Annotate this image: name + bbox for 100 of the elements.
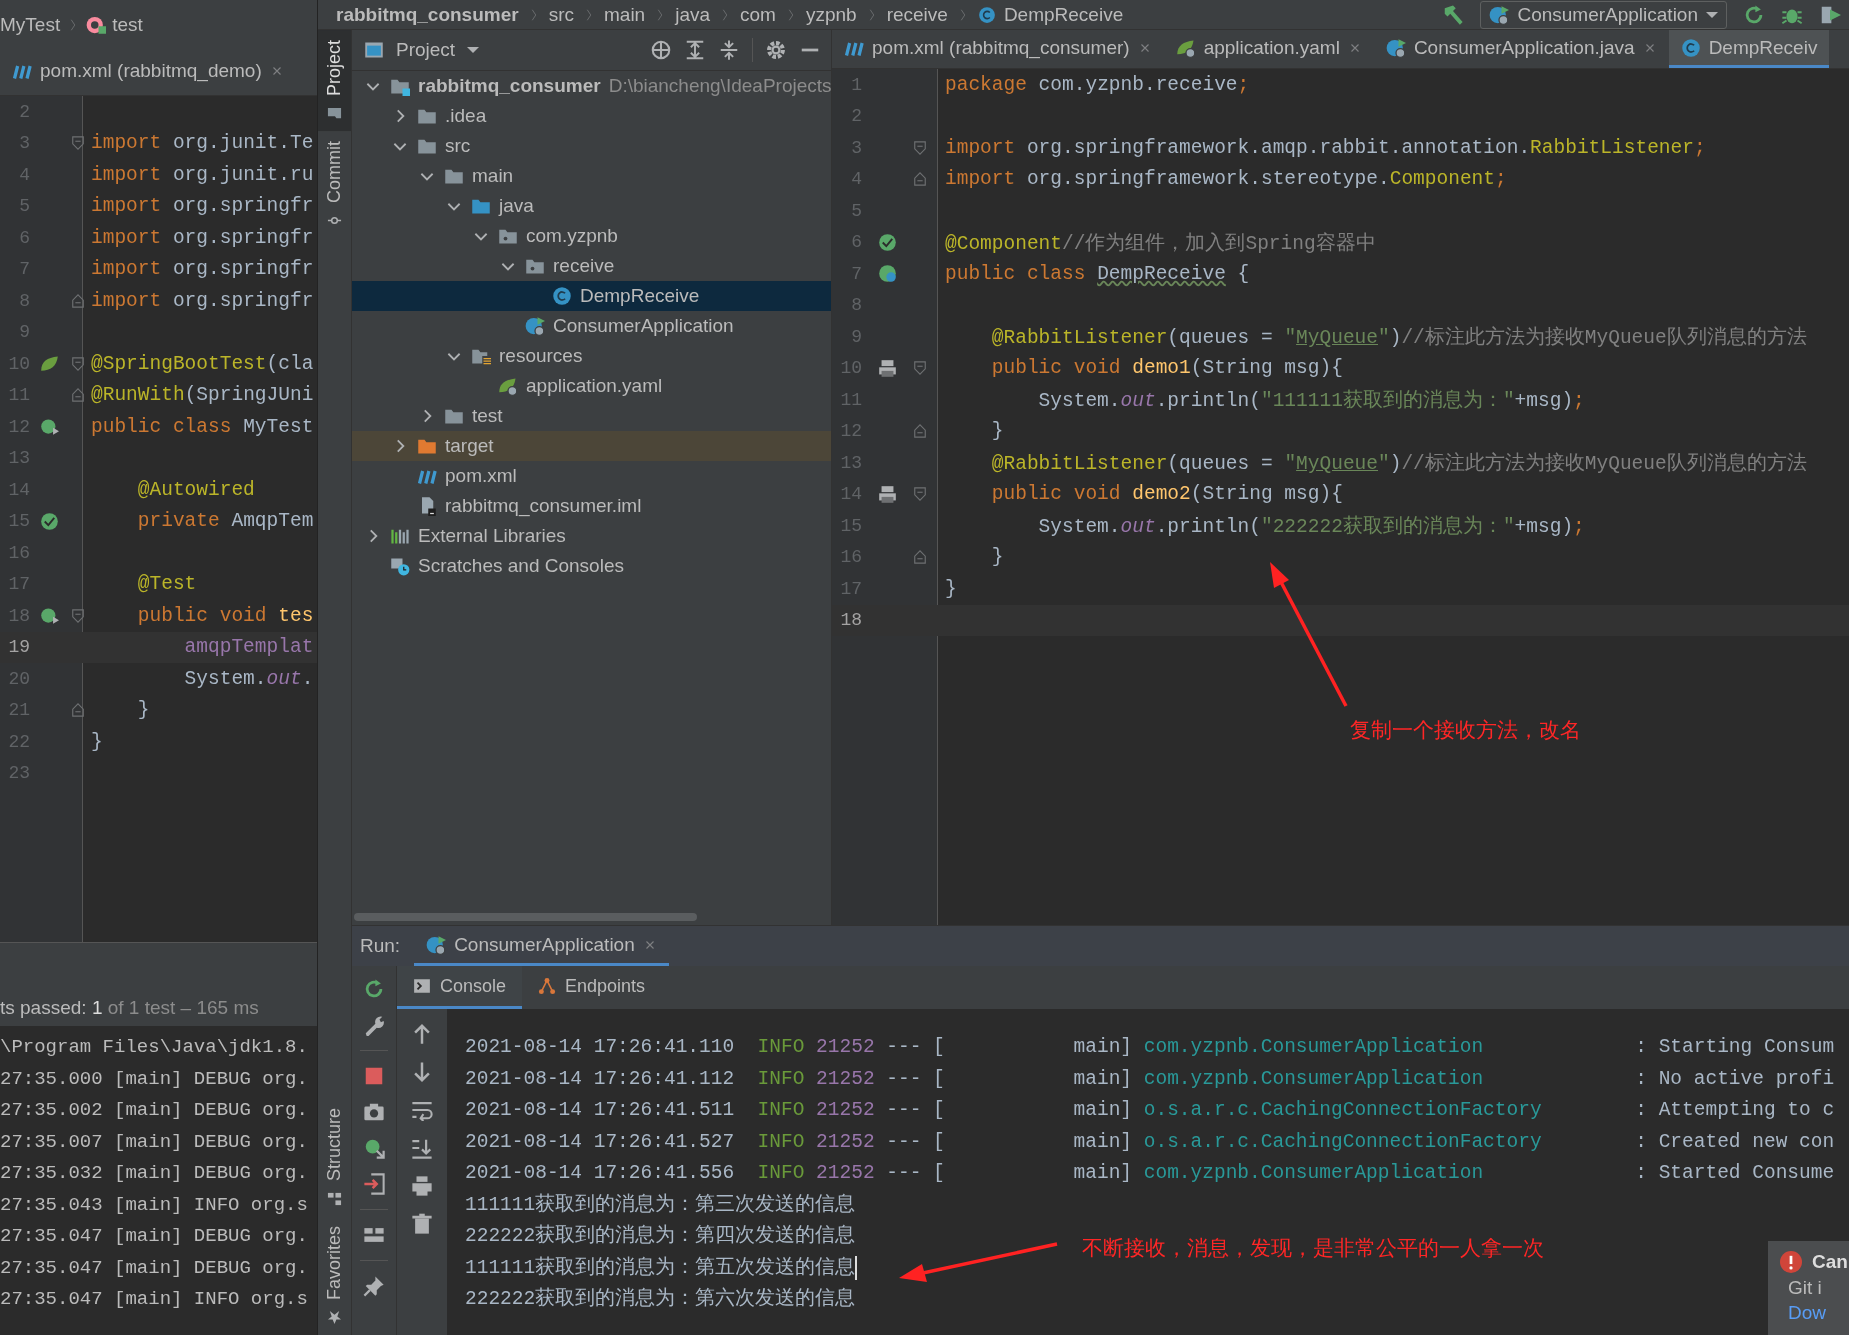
code-line: package com.yzpnb.receive; xyxy=(945,73,1250,96)
fold-icon[interactable] xyxy=(913,140,927,155)
run-icon[interactable] xyxy=(39,606,59,626)
tree-item[interactable]: receive xyxy=(352,251,831,281)
notification-text: Git i xyxy=(1787,1277,1823,1299)
panel-title: Run: xyxy=(359,935,402,957)
scratch-icon xyxy=(390,556,410,576)
fold-icon[interactable] xyxy=(71,356,85,371)
console-line: 222222获取到的消息为：第六次发送的信息 xyxy=(465,1286,856,1312)
console-line: 111111获取到的消息为：第三次发送的信息 xyxy=(465,1192,856,1218)
bean-icon[interactable] xyxy=(877,264,897,284)
tool-window-button[interactable]: Favorites xyxy=(318,1215,351,1335)
editor-tab[interactable]: application.yaml xyxy=(1163,30,1374,68)
fold-icon[interactable] xyxy=(71,608,85,623)
fold-icon[interactable] xyxy=(913,424,927,439)
editor-tab[interactable]: DempReceiv xyxy=(1668,30,1830,68)
tree-item[interactable]: ConsumerApplication xyxy=(352,311,831,341)
breadcrumb-item[interactable]: yzpnb xyxy=(805,3,857,26)
hammer-icon[interactable] xyxy=(1442,3,1465,26)
fold-icon[interactable] xyxy=(71,293,85,308)
tree-item[interactable]: com.yzpnb xyxy=(352,221,831,251)
structure-icon xyxy=(327,1190,342,1206)
arrow-down-icon[interactable] xyxy=(411,1061,433,1083)
tool-window-button[interactable]: Structure xyxy=(318,1097,351,1216)
fold-icon[interactable] xyxy=(913,550,927,565)
wrench-icon[interactable] xyxy=(363,1014,385,1036)
fold-icon[interactable] xyxy=(71,136,85,151)
fold-icon[interactable] xyxy=(71,388,85,403)
tree-item[interactable]: DempReceive xyxy=(352,281,831,311)
tree-item[interactable]: src xyxy=(352,131,831,161)
tree-item[interactable]: Scratches and Consoles xyxy=(352,551,831,581)
tree-item[interactable]: test xyxy=(352,401,831,431)
tree-item[interactable]: application.yaml xyxy=(352,371,831,401)
console-line: 2021-08-14 17:26:41.110 INFO 21252 --- [ main] com.yzpnb.ConsumerApplication : Starting Consum xyxy=(465,1035,1835,1060)
console-icon xyxy=(413,977,431,995)
camera-icon[interactable] xyxy=(363,1101,385,1123)
tool-window-button[interactable]: Commit xyxy=(318,131,351,239)
fold-icon[interactable] xyxy=(913,487,927,502)
breadcrumb-item[interactable]: main xyxy=(604,3,646,26)
breadcrumb-item[interactable]: MyTest xyxy=(0,14,61,36)
class-icon xyxy=(552,286,572,306)
tree-item[interactable]: java xyxy=(352,191,831,221)
notification-link[interactable]: Dow xyxy=(1780,1303,1849,1323)
code-line: public void tes xyxy=(136,604,314,627)
tree-item[interactable]: rabbitmq_consumer.iml xyxy=(352,491,831,521)
print-icon[interactable] xyxy=(411,1175,433,1197)
tree-item[interactable]: pom.xml xyxy=(352,461,831,491)
breadcrumb-item[interactable]: DempReceive xyxy=(1003,3,1124,26)
leaf-icon[interactable] xyxy=(39,354,59,374)
run-icon[interactable] xyxy=(39,417,59,437)
tree-item[interactable]: rabbitmq_consumer D:\biancheng\IdeaProjects xyxy=(352,71,831,101)
fold-icon[interactable] xyxy=(913,172,927,187)
tree-item[interactable]: .idea xyxy=(352,101,831,131)
soft-wrap-icon[interactable] xyxy=(411,1099,433,1121)
code-line: System.out. xyxy=(183,667,314,690)
fold-icon[interactable] xyxy=(71,703,85,718)
bean-icon[interactable] xyxy=(39,511,59,531)
fold-icon[interactable] xyxy=(913,361,927,376)
editor-tab[interactable]: ConsumerApplication.java xyxy=(1373,30,1669,68)
breadcrumb-item[interactable]: src xyxy=(548,3,574,26)
caret-icon[interactable] xyxy=(467,47,480,53)
stop-icon[interactable] xyxy=(363,1065,385,1087)
tool-window-button[interactable]: Project xyxy=(318,30,351,132)
expand-all-icon[interactable] xyxy=(684,39,706,61)
breadcrumb-item[interactable]: test xyxy=(112,14,143,36)
console-tab[interactable]: Console xyxy=(397,966,523,1009)
code-line: private AmqpTem xyxy=(136,510,314,533)
tree-item[interactable]: main xyxy=(352,161,831,191)
tree-item[interactable]: target xyxy=(352,431,831,461)
editor-tab[interactable]: pom.xml (rabbitmq_consumer) xyxy=(832,30,1164,68)
code-line: @Test xyxy=(136,573,197,596)
console-line: 222222获取到的消息为：第四次发送的信息 xyxy=(465,1223,856,1249)
tree-item[interactable]: External Libraries xyxy=(352,521,831,551)
collapse-all-icon[interactable] xyxy=(718,39,740,61)
scrollbar[interactable] xyxy=(354,913,697,921)
breadcrumb-item[interactable]: rabbitmq_consumer xyxy=(336,3,519,26)
pin-icon[interactable] xyxy=(363,1275,385,1297)
locate-icon[interactable] xyxy=(650,39,672,61)
console-tab[interactable]: Endpoints xyxy=(522,966,662,1009)
arrow-up-icon[interactable] xyxy=(411,1023,433,1045)
code-line: } xyxy=(136,699,150,722)
run-configuration-dropdown[interactable]: ConsumerApplication xyxy=(1480,0,1727,29)
rerun-icon[interactable] xyxy=(363,978,385,1000)
code-line: System.out.println("111111获取到的消息为："+msg); xyxy=(1037,388,1585,414)
console-line: 2021-08-14 17:26:41.527 INFO 21252 --- [ main] o.s.a.r.c.CachingConnectionFactory : Created new con xyxy=(465,1129,1835,1155)
code-line: } xyxy=(990,546,1004,569)
listener-icon[interactable] xyxy=(877,358,897,378)
console-line: 27:35.007 [main] DEBUG org. xyxy=(0,1129,309,1155)
exit-icon[interactable] xyxy=(363,1173,385,1195)
listener-icon[interactable] xyxy=(877,484,897,504)
trash-icon[interactable] xyxy=(411,1213,433,1235)
breadcrumb-item[interactable]: receive xyxy=(886,3,948,26)
panel-title[interactable]: Project xyxy=(396,39,456,61)
settings-icon[interactable] xyxy=(765,39,787,61)
breadcrumb-item[interactable]: com xyxy=(740,3,776,26)
breadcrumb-item[interactable]: java xyxy=(675,3,711,26)
bean-icon[interactable] xyxy=(877,232,897,252)
scroll-to-end-icon[interactable] xyxy=(411,1137,433,1159)
tree-item[interactable]: resources xyxy=(352,341,831,371)
rerun-icon[interactable] xyxy=(1743,3,1765,26)
